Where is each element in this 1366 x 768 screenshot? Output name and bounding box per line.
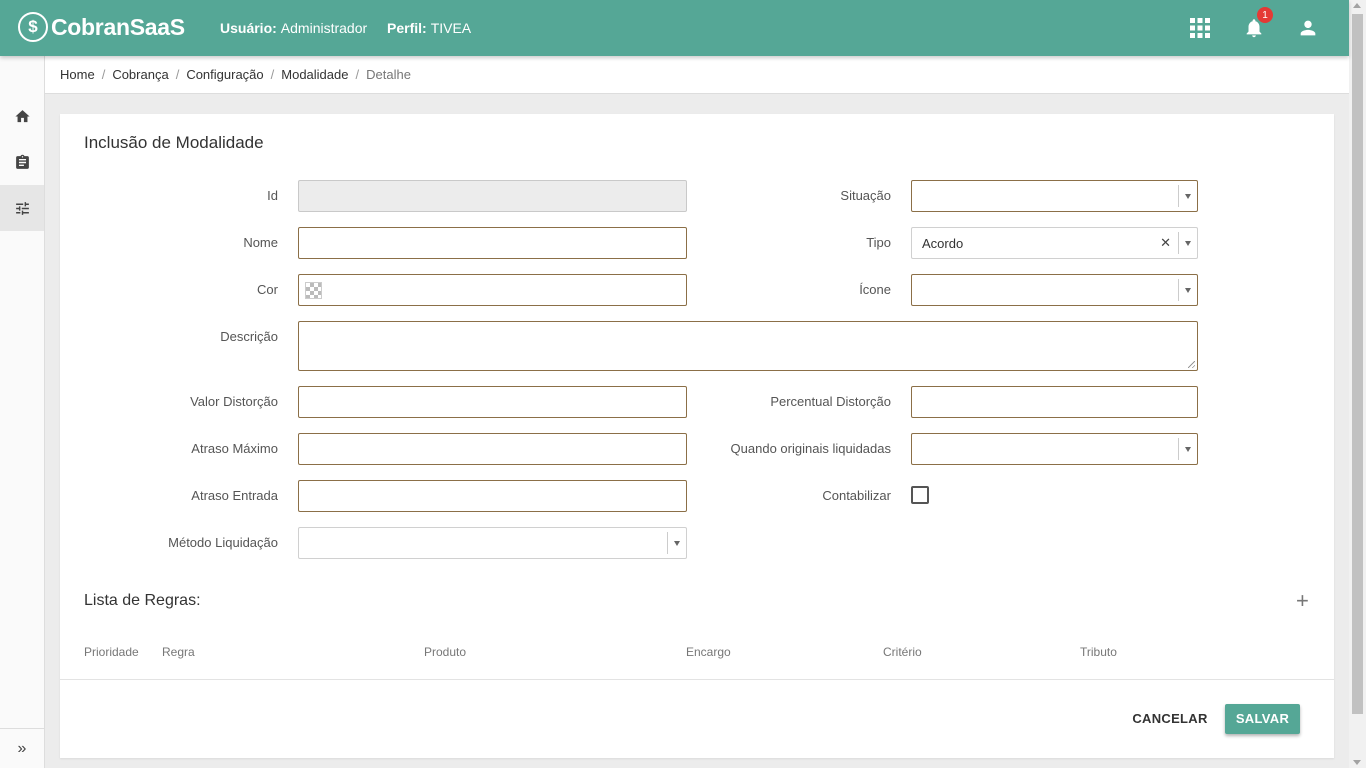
column-encargo[interactable]: Encargo <box>686 645 731 659</box>
select-divider <box>1178 185 1179 207</box>
tipo-label: Tipo <box>866 235 891 250</box>
chevron-down-icon[interactable] <box>674 541 680 546</box>
cancel-button[interactable]: CANCELAR <box>1126 708 1214 730</box>
contabilizar-checkbox[interactable] <box>911 486 929 504</box>
sidebar-item-settings[interactable] <box>0 185 44 231</box>
nome-label: Nome <box>243 235 278 250</box>
user-value: Administrador <box>280 20 368 36</box>
column-produto[interactable]: Produto <box>424 645 466 659</box>
color-swatch-icon[interactable] <box>305 282 322 299</box>
breadcrumb-detalhe: Detalhe <box>366 67 411 82</box>
sidebar-item-home[interactable] <box>0 93 44 139</box>
add-rule-button[interactable]: + <box>1296 588 1309 614</box>
select-divider <box>1178 438 1179 460</box>
percentual-distorcao-field[interactable] <box>911 386 1198 418</box>
breadcrumb-separator: / <box>270 67 275 82</box>
profile-info: Perfil: TIVEA <box>387 20 471 36</box>
breadcrumb-separator: / <box>355 67 360 82</box>
metodo-liquidacao-label: Método Liquidação <box>168 535 278 550</box>
breadcrumb-separator: / <box>101 67 106 82</box>
breadcrumb-cobranca[interactable]: Cobrança <box>112 67 168 82</box>
scroll-up-icon[interactable] <box>1353 3 1361 8</box>
quando-originais-label: Quando originais liquidadas <box>730 441 891 456</box>
chevron-down-icon[interactable] <box>1185 194 1191 199</box>
account-icon[interactable] <box>1296 16 1320 40</box>
profile-value: TIVEA <box>430 20 472 36</box>
contabilizar-label: Contabilizar <box>822 488 891 503</box>
nome-field[interactable] <box>298 227 687 259</box>
notification-badge: 1 <box>1257 7 1273 23</box>
percentual-distorcao-label: Percentual Distorção <box>770 394 891 409</box>
select-divider <box>1178 279 1179 301</box>
clipboard-icon <box>15 154 29 169</box>
quando-originais-select[interactable] <box>911 433 1198 465</box>
page-scrollbar[interactable] <box>1349 0 1366 768</box>
descricao-label: Descrição <box>220 329 278 344</box>
scroll-down-icon[interactable] <box>1353 760 1361 765</box>
breadcrumb-modalidade[interactable]: Modalidade <box>281 67 348 82</box>
atraso-maximo-label: Atraso Máximo <box>191 441 278 456</box>
id-field <box>298 180 687 212</box>
cor-field[interactable] <box>298 274 687 306</box>
situacao-select[interactable] <box>911 180 1198 212</box>
select-divider <box>667 532 668 554</box>
breadcrumb-home[interactable]: Home <box>60 67 95 82</box>
page-title: Inclusão de Modalidade <box>84 133 264 152</box>
column-criterio[interactable]: Critério <box>883 645 922 659</box>
column-regra[interactable]: Regra <box>162 645 195 659</box>
app-logo[interactable]: $ CobranSaaS <box>18 12 185 42</box>
valor-distorcao-field[interactable] <box>298 386 687 418</box>
logo-text: CobranSaaS <box>51 13 185 40</box>
breadcrumb-separator: / <box>175 67 180 82</box>
scroll-thumb[interactable] <box>1352 14 1363 714</box>
descricao-textarea[interactable] <box>298 321 1198 371</box>
form-card: Inclusão de Modalidade Id Nome Cor Descr… <box>60 114 1334 758</box>
breadcrumb-configuracao[interactable]: Configuração <box>186 67 263 82</box>
valor-distorcao-label: Valor Distorção <box>190 394 278 409</box>
user-label: Usuário: <box>220 20 277 36</box>
top-app-bar: $ CobranSaaS Usuário: Administrador Perf… <box>0 0 1349 56</box>
home-icon <box>14 109 30 122</box>
cor-label: Cor <box>257 282 278 297</box>
expand-icon: » <box>17 739 27 757</box>
tipo-select[interactable]: Acordo ✕ <box>911 227 1198 259</box>
chevron-down-icon[interactable] <box>1185 241 1191 246</box>
column-prioridade[interactable]: Prioridade <box>84 645 139 659</box>
atraso-entrada-field[interactable] <box>298 480 687 512</box>
tipo-selected-value: Acordo <box>922 236 964 251</box>
tune-sliders-icon <box>15 201 29 215</box>
breadcrumb: Home / Cobrança / Configuração / Modalid… <box>45 56 1349 94</box>
chevron-down-icon[interactable] <box>1185 447 1191 452</box>
id-label: Id <box>267 188 278 203</box>
save-button[interactable]: SALVAR <box>1225 704 1300 734</box>
sidebar: » <box>0 56 45 768</box>
table-divider <box>60 679 1334 680</box>
rules-title: Lista de Regras: <box>84 592 201 609</box>
profile-label: Perfil: <box>387 20 427 36</box>
logo-mark: $ <box>18 12 48 42</box>
apps-grid-icon[interactable] <box>1188 16 1212 40</box>
atraso-entrada-label: Atraso Entrada <box>191 488 278 503</box>
user-info: Usuário: Administrador <box>220 20 367 36</box>
chevron-down-icon[interactable] <box>1185 288 1191 293</box>
resize-grip-icon[interactable] <box>1188 361 1195 368</box>
icone-label: Ícone <box>859 282 891 297</box>
column-tributo[interactable]: Tributo <box>1080 645 1117 659</box>
clear-icon[interactable]: ✕ <box>1160 235 1171 251</box>
metodo-liquidacao-select[interactable] <box>298 527 687 559</box>
icone-select[interactable] <box>911 274 1198 306</box>
atraso-maximo-field[interactable] <box>298 433 687 465</box>
sidebar-item-clipboard[interactable] <box>0 139 44 185</box>
select-divider <box>1178 232 1179 254</box>
situacao-label: Situação <box>840 188 891 203</box>
sidebar-expand-button[interactable]: » <box>0 728 44 768</box>
